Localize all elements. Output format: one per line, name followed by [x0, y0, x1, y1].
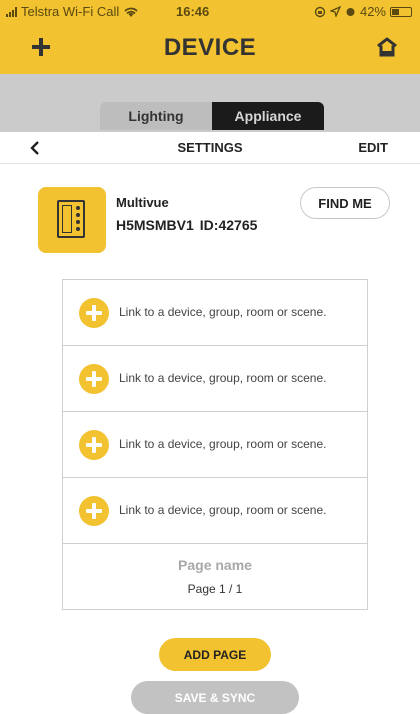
device-model: H5MSMBV1	[116, 217, 194, 233]
link-row[interactable]: Link to a device, group, room or scene.	[63, 280, 367, 346]
save-sync-button[interactable]: SAVE & SYNC	[131, 681, 299, 714]
page-title: DEVICE	[163, 34, 257, 61]
link-row[interactable]: Link to a device, group, room or scene.	[63, 346, 367, 412]
page-name-field[interactable]: Page name	[63, 557, 367, 573]
device-icon	[38, 187, 106, 253]
location-icon	[329, 6, 341, 17]
link-label: Link to a device, group, room or scene.	[119, 437, 327, 451]
link-panel: Link to a device, group, room or scene. …	[62, 279, 368, 610]
link-label: Link to a device, group, room or scene.	[119, 305, 327, 319]
status-time: 16:46	[176, 4, 210, 19]
link-label: Link to a device, group, room or scene.	[119, 371, 327, 385]
find-me-button[interactable]: FIND ME	[300, 187, 390, 219]
link-row[interactable]: Link to a device, group, room or scene.	[63, 478, 367, 544]
add-circle-icon	[79, 364, 109, 394]
category-bar: Lighting Appliance	[0, 74, 420, 132]
device-name: Multivue	[116, 195, 169, 210]
lock-rotation-icon	[314, 6, 326, 17]
add-page-button[interactable]: ADD PAGE	[159, 638, 271, 671]
tab-lighting[interactable]: Lighting	[100, 102, 212, 130]
battery-percent: 42%	[359, 4, 386, 19]
link-row[interactable]: Link to a device, group, room or scene.	[63, 412, 367, 478]
add-circle-icon	[79, 430, 109, 460]
page-info: Page name Page 1 / 1	[63, 544, 367, 610]
status-right: 42%	[314, 4, 412, 19]
wifi-icon	[124, 7, 138, 17]
add-circle-icon	[79, 496, 109, 526]
device-id: ID:42765	[199, 217, 258, 233]
multivue-panel-icon	[57, 200, 85, 238]
link-label: Link to a device, group, room or scene.	[119, 503, 327, 517]
carrier-name: Telstra Wi-Fi Call	[21, 4, 120, 19]
add-circle-icon	[79, 298, 109, 328]
category-segmented-control: Lighting Appliance	[100, 102, 324, 130]
status-bar: Telstra Wi-Fi Call 16:46 42%	[0, 0, 420, 22]
tab-appliance[interactable]: Appliance	[212, 102, 324, 130]
settings-title: SETTINGS	[177, 140, 243, 155]
battery-fill	[392, 8, 399, 15]
page-number: Page 1 / 1	[187, 582, 243, 596]
top-bar: Telstra Wi-Fi Call 16:46 42% DEVICE	[0, 0, 420, 74]
carrier-info: Telstra Wi-Fi Call	[6, 4, 139, 19]
home-icon[interactable]	[376, 36, 398, 58]
device-identifiers: H5MSMBV1 ID:42765	[116, 217, 257, 233]
edit-button[interactable]: EDIT	[358, 140, 388, 155]
signal-icon	[6, 6, 17, 17]
battery-icon	[390, 6, 412, 17]
alarm-icon	[346, 8, 355, 16]
settings-header: SETTINGS EDIT	[0, 132, 420, 164]
